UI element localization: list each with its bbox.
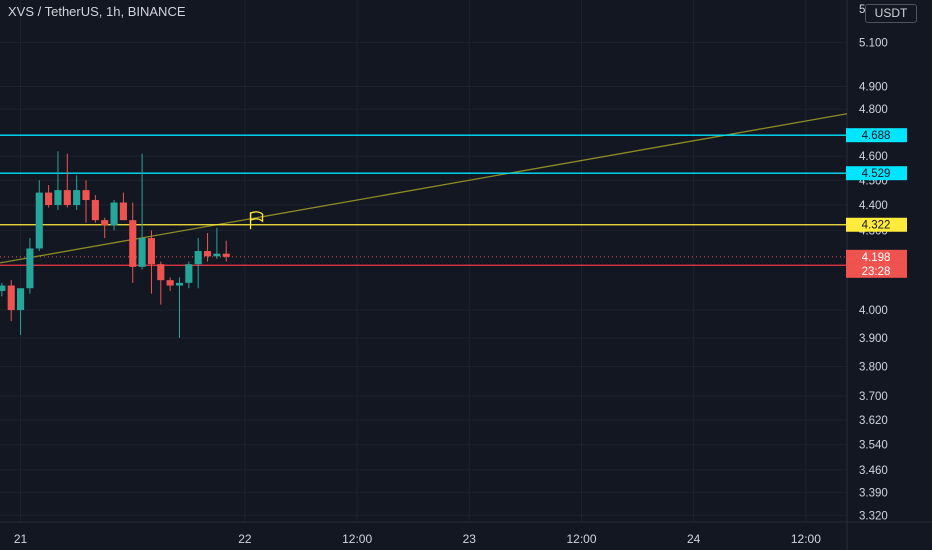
candle-body [45,192,53,206]
candle-body [54,190,62,206]
candle-body [213,253,221,257]
price-tick-label: 3.620 [859,415,888,427]
candle-body [7,285,15,311]
candle-body [166,280,174,286]
price-tick-label: 3.800 [859,362,888,374]
price-tick-label: 3.900 [859,333,888,345]
price-tick-label: 4.600 [859,151,888,163]
time-tick-label: 12:00 [342,532,372,546]
countdown-label: 23:28 [862,266,891,278]
price-level-label: 4.688 [862,130,891,142]
candle-body [203,251,212,257]
price-tick-label: 3.390 [859,487,888,499]
candle-body [129,220,137,267]
candle-body [91,200,99,221]
time-tick-label: 21 [14,532,28,546]
candle-body [110,202,118,226]
price-tick-label: 4.400 [859,200,888,212]
time-tick-label: 12:00 [566,532,596,546]
price-level-label: 4.529 [862,168,891,180]
price-tick-label: 3.320 [859,510,888,522]
candle-body [157,264,165,281]
candle-body [63,190,71,206]
price-tick-label: 4.800 [859,104,888,116]
symbol-title: XVS / TetherUS, 1h, BINANCE [8,4,186,19]
candle-body [35,192,43,249]
time-tick-label: 23 [463,532,477,546]
candle-body [175,282,184,286]
time-tick-label: 24 [687,532,701,546]
currency-selector[interactable]: USDT [865,4,917,23]
candle-body [0,285,6,291]
candle-body [17,288,25,311]
candle-body [194,251,202,265]
price-tick-label: 5.100 [859,37,888,49]
price-tick-label: 3.460 [859,465,888,477]
price-tick-label: 4.000 [859,305,888,317]
price-level-label: 4.322 [862,220,891,232]
candle-body [82,190,90,201]
candle-body [222,253,230,257]
time-tick-label: 22 [238,532,252,546]
candle-body [138,238,146,267]
chart-background [0,0,932,550]
time-tick-label: 12:00 [791,532,821,546]
price-tick-label: 4.900 [859,81,888,93]
candle-body [185,264,193,283]
price-chart[interactable]: 5.1004.9004.8004.6004.5004.4004.3004.000… [0,0,932,550]
candle-body [26,248,34,289]
candle-body [147,238,156,265]
candle-body [73,190,81,206]
last-price-label: 4.198 [862,252,891,264]
price-tick-label: 3.700 [859,391,888,403]
candle-body [119,202,127,221]
candle-body [101,220,109,226]
price-tick-label: 3.540 [859,440,888,452]
